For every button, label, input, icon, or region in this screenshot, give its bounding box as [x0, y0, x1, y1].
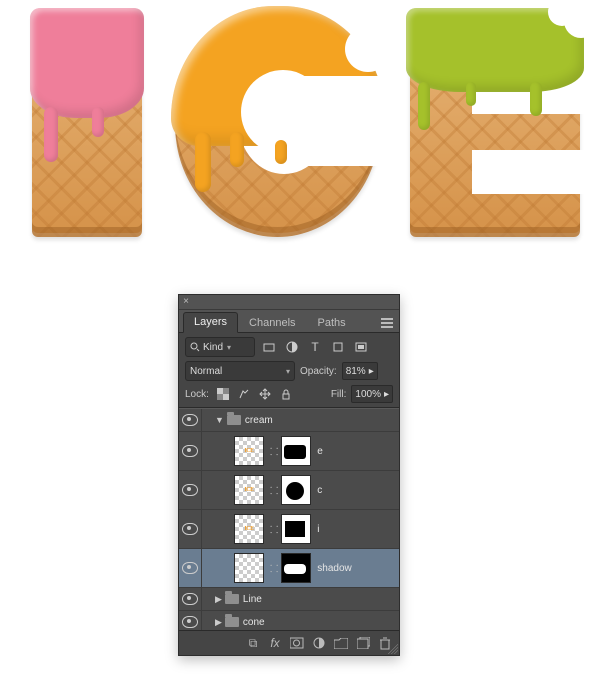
visibility-toggle[interactable]: [182, 593, 198, 605]
group-name: Line: [243, 594, 262, 605]
lock-pixels-icon[interactable]: [235, 385, 253, 403]
visibility-toggle[interactable]: [182, 562, 198, 574]
filter-pixel-icon[interactable]: [260, 338, 278, 356]
fill-input[interactable]: 100% ▸: [351, 385, 393, 403]
new-layer-icon[interactable]: [355, 635, 371, 651]
layer-c[interactable]: ICE ⸬ c: [179, 471, 399, 510]
new-group-icon[interactable]: [333, 635, 349, 651]
group-name: cream: [245, 415, 273, 426]
folder-icon: [227, 415, 241, 425]
disclosure-triangle-icon[interactable]: ▼: [215, 415, 224, 425]
search-icon: [190, 342, 200, 352]
group-name: cone: [243, 617, 265, 628]
layer-group-cream[interactable]: ▼ cream: [179, 409, 399, 432]
filter-kind-select[interactable]: Kind ▾: [185, 337, 255, 357]
layer-thumbnail[interactable]: ICE: [234, 514, 264, 544]
opacity-input[interactable]: 81% ▸: [342, 362, 378, 380]
tab-layers[interactable]: Layers: [183, 312, 238, 333]
link-icon: ⸬: [270, 483, 278, 497]
layer-shadow[interactable]: ⸬ shadow: [179, 549, 399, 588]
layers-panel: × Layers Channels Paths Kind ▾ T Normal …: [178, 294, 400, 656]
layer-mask-thumbnail[interactable]: [281, 514, 311, 544]
panel-footer: ⧉ fx: [179, 630, 399, 655]
visibility-toggle[interactable]: [182, 414, 198, 426]
lock-all-icon[interactable]: [277, 385, 295, 403]
opacity-label: Opacity:: [300, 366, 337, 377]
folder-icon: [225, 617, 239, 627]
add-mask-icon[interactable]: [289, 635, 305, 651]
link-layers-icon[interactable]: ⧉: [245, 635, 261, 651]
tab-channels[interactable]: Channels: [238, 313, 306, 333]
layer-name: shadow: [317, 563, 351, 574]
link-icon: ⸬: [270, 561, 278, 575]
link-icon: ⸬: [270, 444, 278, 458]
panel-titlebar[interactable]: ×: [179, 295, 399, 310]
lock-transparent-icon[interactable]: [214, 385, 232, 403]
layers-list: ▼ cream ICE ⸬ e ICE ⸬ c: [179, 408, 399, 630]
resize-handle[interactable]: [388, 644, 398, 654]
link-icon: ⸬: [270, 522, 278, 536]
layer-e[interactable]: ICE ⸬ e: [179, 432, 399, 471]
fill-value: 100%: [355, 389, 381, 400]
blend-mode-value: Normal: [190, 366, 222, 377]
visibility-toggle[interactable]: [182, 616, 198, 628]
layer-thumbnail[interactable]: [234, 553, 264, 583]
blend-mode-select[interactable]: Normal ▾: [185, 361, 295, 381]
layer-name: e: [317, 446, 323, 457]
layer-thumbnail[interactable]: ICE: [234, 436, 264, 466]
layer-group-cone[interactable]: ▶ cone: [179, 611, 399, 630]
letter-c: [175, 12, 385, 252]
lock-label: Lock:: [185, 389, 209, 400]
disclosure-triangle-icon[interactable]: ▶: [215, 594, 222, 605]
layer-mask-thumbnail[interactable]: [281, 475, 311, 505]
panel-menu-icon[interactable]: [378, 314, 396, 332]
filter-smartobject-icon[interactable]: [352, 338, 370, 356]
fill-label: Fill:: [331, 389, 347, 400]
layer-name: c: [317, 485, 322, 496]
panel-toolbar: Kind ▾ T Normal ▾ Opacity: 81% ▸ Lock:: [179, 333, 399, 408]
filter-kind-label: Kind: [203, 342, 223, 353]
folder-icon: [225, 594, 239, 604]
panel-tabs: Layers Channels Paths: [179, 310, 399, 333]
letter-e: [410, 12, 590, 247]
new-adjustment-icon[interactable]: [311, 635, 327, 651]
layer-group-line[interactable]: ▶ Line: [179, 588, 399, 611]
lock-position-icon[interactable]: [256, 385, 274, 403]
layer-thumbnail[interactable]: ICE: [234, 475, 264, 505]
tab-paths[interactable]: Paths: [307, 313, 357, 333]
filter-adjustment-icon[interactable]: [283, 338, 301, 356]
filter-shape-icon[interactable]: [329, 338, 347, 356]
layer-i[interactable]: ICE ⸬ i: [179, 510, 399, 549]
disclosure-triangle-icon[interactable]: ▶: [215, 617, 222, 628]
layer-mask-thumbnail[interactable]: [281, 436, 311, 466]
close-icon[interactable]: ×: [179, 295, 193, 309]
ice-text-artwork: [20, 12, 580, 272]
visibility-toggle[interactable]: [182, 445, 198, 457]
visibility-toggle[interactable]: [182, 484, 198, 496]
layer-name: i: [317, 524, 319, 535]
filter-type-icon[interactable]: T: [306, 338, 324, 356]
layer-style-icon[interactable]: fx: [267, 635, 283, 651]
layer-mask-thumbnail[interactable]: [281, 553, 311, 583]
letter-i: [32, 12, 142, 242]
opacity-value: 81%: [346, 366, 366, 377]
visibility-toggle[interactable]: [182, 523, 198, 535]
